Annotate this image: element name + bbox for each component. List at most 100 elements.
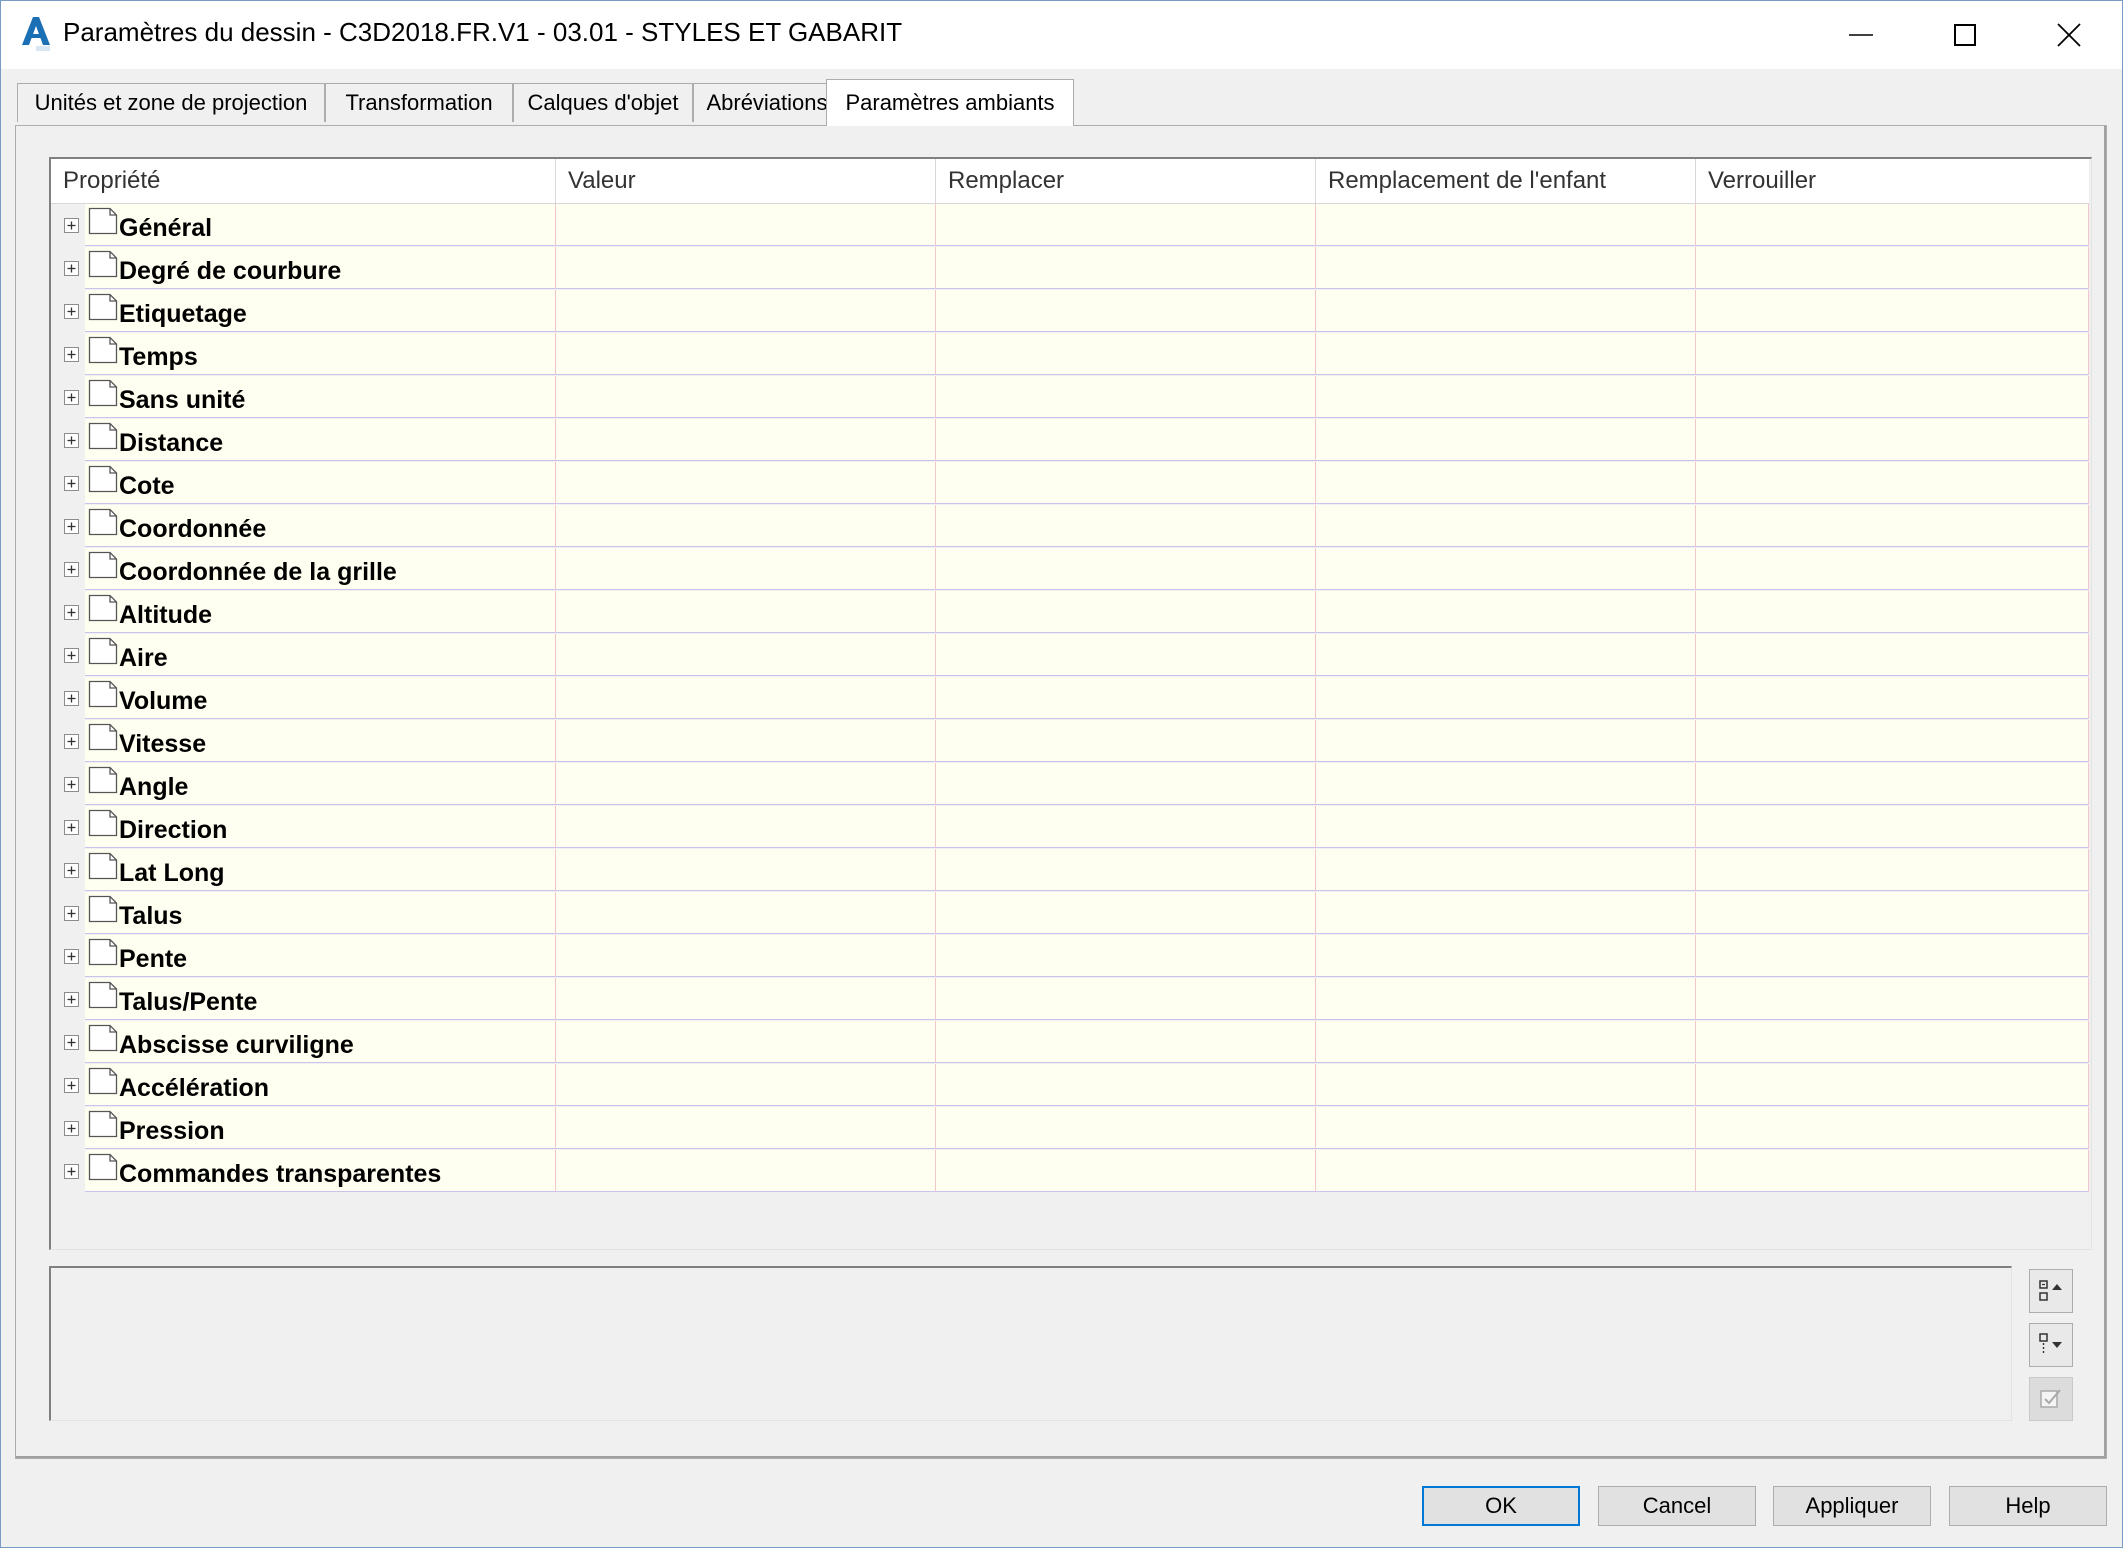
- value-cell[interactable]: [556, 204, 936, 246]
- value-cell[interactable]: [936, 978, 1316, 1020]
- value-cell[interactable]: [556, 806, 936, 848]
- value-cell[interactable]: [1316, 333, 1696, 375]
- expand-plus-icon[interactable]: [64, 218, 79, 233]
- property-grid[interactable]: Propriété Valeur Remplacer Remplacement …: [49, 157, 2092, 1250]
- value-cell[interactable]: [1316, 634, 1696, 676]
- expand-plus-icon[interactable]: [64, 562, 79, 577]
- table-row[interactable]: Talus/Pente: [51, 978, 2089, 1021]
- tab-ambient-settings[interactable]: Paramètres ambiants: [826, 79, 1074, 126]
- table-row[interactable]: Sans unité: [51, 376, 2089, 419]
- minimize-button[interactable]: [1811, 1, 1911, 69]
- value-cell[interactable]: [1696, 935, 2089, 977]
- apply-button[interactable]: Appliquer: [1773, 1486, 1931, 1526]
- table-row[interactable]: Distance: [51, 419, 2089, 462]
- value-cell[interactable]: [1696, 204, 2089, 246]
- expand-plus-icon[interactable]: [64, 1035, 79, 1050]
- value-cell[interactable]: [1696, 376, 2089, 418]
- expand-plus-icon[interactable]: [64, 992, 79, 1007]
- expand-plus-icon[interactable]: [64, 605, 79, 620]
- expand-plus-icon[interactable]: [64, 648, 79, 663]
- value-cell[interactable]: [936, 333, 1316, 375]
- column-header-override[interactable]: Remplacer: [936, 159, 1316, 203]
- expand-plus-icon[interactable]: [64, 1164, 79, 1179]
- value-cell[interactable]: [1696, 978, 2089, 1020]
- value-cell[interactable]: [1316, 462, 1696, 504]
- value-cell[interactable]: [1696, 462, 2089, 504]
- value-cell[interactable]: [556, 677, 936, 719]
- value-cell[interactable]: [1316, 548, 1696, 590]
- value-cell[interactable]: [556, 247, 936, 289]
- value-cell[interactable]: [936, 376, 1316, 418]
- value-cell[interactable]: [936, 806, 1316, 848]
- value-cell[interactable]: [936, 720, 1316, 762]
- value-cell[interactable]: [936, 1107, 1316, 1149]
- value-cell[interactable]: [1316, 290, 1696, 332]
- value-cell[interactable]: [1316, 978, 1696, 1020]
- value-cell[interactable]: [556, 290, 936, 332]
- value-cell[interactable]: [556, 935, 936, 977]
- expand-plus-icon[interactable]: [64, 734, 79, 749]
- value-cell[interactable]: [1696, 1021, 2089, 1063]
- expand-plus-icon[interactable]: [64, 949, 79, 964]
- value-cell[interactable]: [1696, 806, 2089, 848]
- expand-plus-icon[interactable]: [64, 906, 79, 921]
- help-button[interactable]: Help: [1949, 1486, 2107, 1526]
- value-cell[interactable]: [1316, 892, 1696, 934]
- table-row[interactable]: Abscisse curviligne: [51, 1021, 2089, 1064]
- table-row[interactable]: Coordonnée: [51, 505, 2089, 548]
- value-cell[interactable]: [1696, 247, 2089, 289]
- table-row[interactable]: Degré de courbure: [51, 247, 2089, 290]
- table-row[interactable]: Accélération: [51, 1064, 2089, 1107]
- value-cell[interactable]: [556, 462, 936, 504]
- value-cell[interactable]: [1316, 505, 1696, 547]
- table-row[interactable]: Talus: [51, 892, 2089, 935]
- value-cell[interactable]: [556, 1021, 936, 1063]
- column-header-lock[interactable]: Verrouiller: [1696, 159, 2089, 203]
- column-header-child-override[interactable]: Remplacement de l'enfant: [1316, 159, 1696, 203]
- value-cell[interactable]: [936, 763, 1316, 805]
- check-button[interactable]: [2029, 1377, 2073, 1421]
- value-cell[interactable]: [1316, 1107, 1696, 1149]
- value-cell[interactable]: [1316, 419, 1696, 461]
- ok-button[interactable]: OK: [1422, 1486, 1580, 1526]
- value-cell[interactable]: [936, 419, 1316, 461]
- value-cell[interactable]: [936, 935, 1316, 977]
- value-cell[interactable]: [1696, 548, 2089, 590]
- value-cell[interactable]: [556, 763, 936, 805]
- value-cell[interactable]: [556, 419, 936, 461]
- value-cell[interactable]: [936, 591, 1316, 633]
- value-cell[interactable]: [556, 978, 936, 1020]
- value-cell[interactable]: [1316, 806, 1696, 848]
- table-row[interactable]: Commandes transparentes: [51, 1150, 2089, 1193]
- value-cell[interactable]: [1316, 204, 1696, 246]
- value-cell[interactable]: [556, 1150, 936, 1192]
- value-cell[interactable]: [936, 892, 1316, 934]
- value-cell[interactable]: [936, 247, 1316, 289]
- value-cell[interactable]: [1316, 1064, 1696, 1106]
- value-cell[interactable]: [1316, 1150, 1696, 1192]
- value-cell[interactable]: [1316, 935, 1696, 977]
- expand-plus-icon[interactable]: [64, 304, 79, 319]
- column-header-property[interactable]: Propriété: [51, 159, 556, 203]
- table-row[interactable]: Altitude: [51, 591, 2089, 634]
- value-cell[interactable]: [936, 548, 1316, 590]
- value-cell[interactable]: [1696, 720, 2089, 762]
- expand-plus-icon[interactable]: [64, 433, 79, 448]
- tab-object-layers[interactable]: Calques d'objet: [513, 83, 693, 122]
- value-cell[interactable]: [556, 1064, 936, 1106]
- table-row[interactable]: Direction: [51, 806, 2089, 849]
- tab-abbreviations[interactable]: Abréviations: [693, 83, 841, 122]
- value-cell[interactable]: [1696, 505, 2089, 547]
- value-cell[interactable]: [556, 591, 936, 633]
- tab-transformation[interactable]: Transformation: [325, 83, 513, 122]
- title-bar[interactable]: Paramètres du dessin - C3D2018.FR.V1 - 0…: [1, 1, 2122, 69]
- value-cell[interactable]: [1696, 763, 2089, 805]
- value-cell[interactable]: [1696, 634, 2089, 676]
- value-cell[interactable]: [556, 849, 936, 891]
- value-cell[interactable]: [936, 290, 1316, 332]
- table-row[interactable]: Coordonnée de la grille: [51, 548, 2089, 591]
- value-cell[interactable]: [936, 1021, 1316, 1063]
- expand-plus-icon[interactable]: [64, 820, 79, 835]
- value-cell[interactable]: [936, 1064, 1316, 1106]
- value-cell[interactable]: [1316, 849, 1696, 891]
